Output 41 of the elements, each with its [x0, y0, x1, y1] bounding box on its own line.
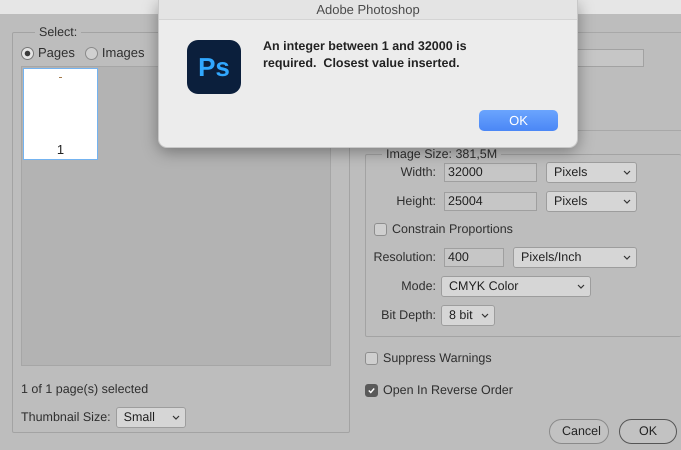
input-field[interactable]: 32000: [444, 163, 537, 182]
panel-title: Image Size: 381,5M: [385, 147, 498, 161]
app-icon: Ps: [187, 40, 241, 94]
page-thumbnail[interactable]: 1: [23, 68, 98, 160]
checkbox-label[interactable]: Constrain Proportions: [392, 220, 513, 239]
caret-icon: [623, 170, 631, 175]
input-field[interactable]: 400: [444, 248, 504, 267]
cancel-button[interactable]: Cancel: [549, 418, 609, 444]
radio-label[interactable]: Images: [102, 43, 145, 63]
radio-button[interactable]: [84, 46, 98, 60]
field-label: Height:: [395, 193, 436, 210]
field-label: Thumbnail Size:: [21, 408, 111, 426]
caret-icon: [172, 414, 180, 420]
field-label: Width:: [400, 164, 436, 182]
checkbox-label[interactable]: Suppress Warnings: [383, 349, 492, 368]
alert-message: An integer between 1 and 32000 is required. Closest value inserted.: [263, 38, 468, 72]
window-title: Adobe Photoshop: [159, 0, 577, 20]
field-label: Resolution:: [372, 248, 436, 266]
checkbox-label[interactable]: Open In Reverse Order: [383, 380, 513, 400]
dropdown[interactable]: CMYK Color: [441, 276, 591, 297]
ok-button[interactable]: OK: [619, 418, 677, 444]
dropdown[interactable]: 8 bit: [441, 304, 495, 326]
caret-icon: [577, 284, 585, 289]
caret-icon: [623, 199, 631, 204]
checkbox[interactable]: [365, 384, 378, 397]
caret-icon: [481, 312, 489, 318]
unit-dropdown[interactable]: Pixels/Inch: [513, 246, 637, 268]
thumbnail-size-dropdown[interactable]: Small: [116, 406, 186, 428]
field-label: Bit Depth:: [380, 306, 436, 324]
radio-label[interactable]: Pages: [38, 43, 75, 63]
radio-button[interactable]: [21, 46, 34, 60]
checkbox[interactable]: [374, 222, 387, 236]
field-label: Mode:: [400, 278, 436, 295]
checkbox[interactable]: [365, 352, 378, 365]
input-field[interactable]: 25004: [444, 192, 537, 211]
panel-title: Select:: [38, 25, 78, 39]
unit-dropdown[interactable]: Pixels: [546, 191, 637, 212]
caret-icon: [623, 254, 631, 260]
check-icon: [367, 386, 376, 395]
status-text: 1 of 1 page(s) selected: [21, 381, 150, 398]
unit-dropdown[interactable]: Pixels: [546, 162, 637, 183]
